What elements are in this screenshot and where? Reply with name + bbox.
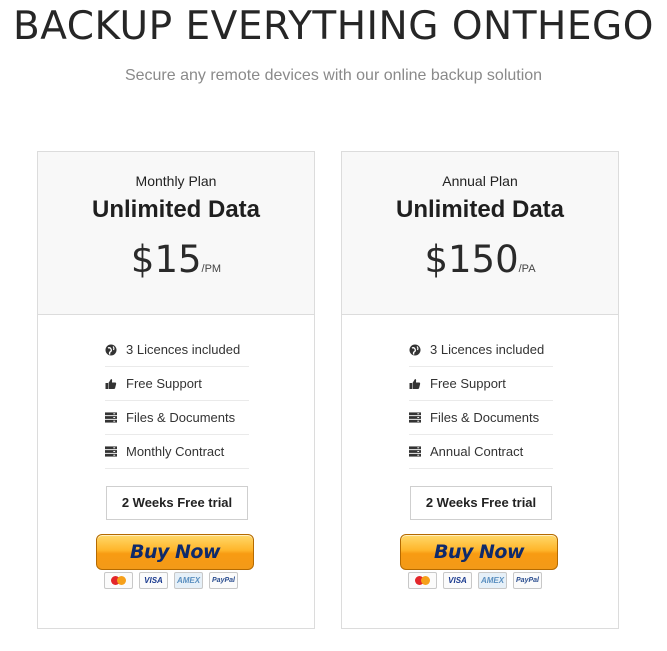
feature-label: Free Support: [126, 376, 202, 391]
pricing-card-monthly: Monthly Plan Unlimited Data $15/PM 3 Lic…: [37, 151, 315, 629]
feature-list: 3 Licences included Free Support Files &…: [105, 333, 249, 469]
visa-icon: VISA: [139, 572, 168, 589]
price-period: /PM: [201, 263, 222, 275]
list-item: Files & Documents: [105, 401, 249, 435]
feature-label: Files & Documents: [430, 410, 540, 425]
feature-list: 3 Licences included Free Support Files &…: [409, 333, 553, 469]
plan-name: Annual Plan: [442, 173, 518, 189]
buy-now-button[interactable]: Buy Now: [400, 534, 558, 570]
pricing-card-annual: Annual Plan Unlimited Data $150/PA 3 Lic…: [341, 151, 619, 629]
feature-label: 3 Licences included: [430, 342, 545, 357]
buy-now-button[interactable]: Buy Now: [96, 534, 254, 570]
globe-icon: [409, 344, 421, 356]
server-icon: [409, 446, 421, 458]
list-item: Files & Documents: [409, 401, 553, 435]
payment-cards: VISA AMEX PayPal: [104, 572, 254, 592]
list-item: Free Support: [105, 367, 249, 401]
plan-data-label: Unlimited Data: [91, 196, 261, 223]
amex-icon: AMEX: [478, 572, 507, 589]
feature-label: Free Support: [430, 376, 506, 391]
card-header: Monthly Plan Unlimited Data $15/PM: [38, 152, 314, 315]
visa-icon: VISA: [443, 572, 472, 589]
server-icon: [409, 412, 421, 424]
paypal-icon: PayPal: [513, 572, 542, 589]
plan-name: Monthly Plan: [135, 173, 217, 189]
buy-now-label: Buy Now: [433, 541, 525, 563]
page-title: BACKUP EVERYTHING ONTHEGO: [13, 4, 654, 49]
feature-label: 3 Licences included: [126, 342, 241, 357]
paypal-icon: PayPal: [209, 572, 238, 589]
thumbs-up-icon: [105, 378, 117, 390]
amex-icon: AMEX: [174, 572, 203, 589]
buy-now-label: Buy Now: [129, 541, 221, 563]
free-trial-button[interactable]: 2 Weeks Free trial: [410, 486, 552, 520]
list-item: Free Support: [409, 367, 553, 401]
list-item: Monthly Contract: [105, 435, 249, 469]
list-item: 3 Licences included: [409, 333, 553, 367]
price-amount: $15: [130, 238, 202, 281]
mastercard-icon: [408, 572, 437, 589]
mastercard-icon: [104, 572, 133, 589]
list-item: 3 Licences included: [105, 333, 249, 367]
feature-label: Annual Contract: [430, 444, 524, 459]
list-item: Annual Contract: [409, 435, 553, 469]
plan-data-label: Unlimited Data: [395, 196, 565, 223]
server-icon: [105, 446, 117, 458]
payment-cards: VISA AMEX PayPal: [408, 572, 558, 592]
thumbs-up-icon: [409, 378, 421, 390]
plan-price: $150/PA: [342, 238, 618, 281]
globe-icon: [105, 344, 117, 356]
feature-label: Monthly Contract: [126, 444, 225, 459]
plan-price: $15/PM: [38, 238, 314, 281]
price-period: /PA: [518, 263, 536, 275]
card-header: Annual Plan Unlimited Data $150/PA: [342, 152, 618, 315]
free-trial-button[interactable]: 2 Weeks Free trial: [106, 486, 248, 520]
server-icon: [105, 412, 117, 424]
page-subtitle: Secure any remote devices with our onlin…: [124, 67, 543, 84]
feature-label: Files & Documents: [126, 410, 236, 425]
price-amount: $150: [424, 238, 519, 281]
